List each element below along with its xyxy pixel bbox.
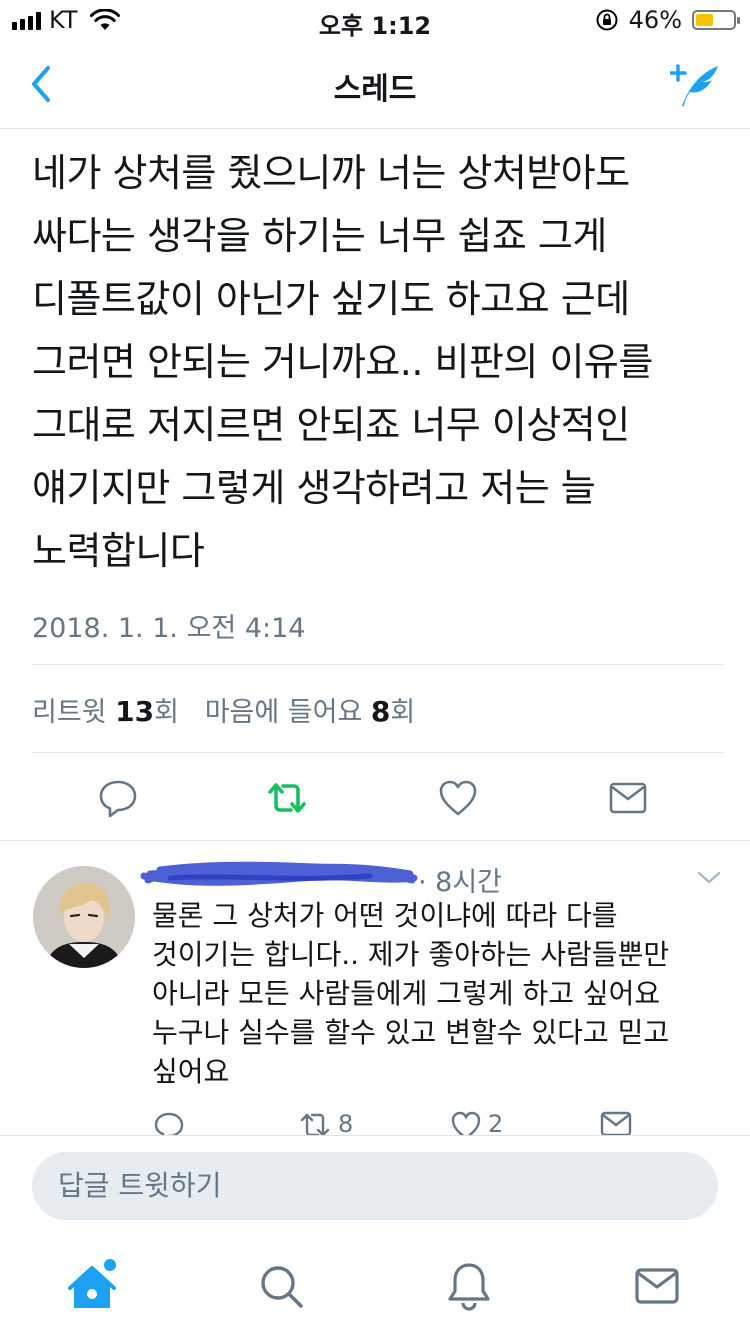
tab-messages[interactable] xyxy=(629,1258,685,1314)
battery-icon xyxy=(692,10,740,30)
status-bar: KT 오후 1:12 46% xyxy=(0,0,750,40)
tab-notifications[interactable] xyxy=(441,1258,497,1314)
like-unit: 회 xyxy=(390,697,416,728)
page-title: 스레드 xyxy=(333,72,417,107)
share-dm-button[interactable] xyxy=(603,770,653,826)
like-button[interactable] xyxy=(433,770,483,826)
home-icon xyxy=(68,1259,116,1308)
retweet-unit: 회 xyxy=(154,697,179,728)
reply-text: 물론 그 상처가 어떤 것이냐에 따라 다를 것이기는 합니다.. 제가 좋아하… xyxy=(152,896,722,1091)
tweet-line: 디폴트값이 아닌가 싶기도 하고요 근데 xyxy=(32,277,630,321)
tab-search[interactable] xyxy=(253,1258,309,1314)
messages-icon xyxy=(635,1268,679,1304)
reply-like-count: 2 xyxy=(488,1110,504,1136)
retweet-count: 13 xyxy=(115,695,155,728)
reply-button[interactable] xyxy=(93,770,143,826)
compose-button[interactable] xyxy=(669,60,722,110)
tweet-line: 네가 상처를 줬으니까 너는 상처받아도 xyxy=(32,151,630,195)
reply-retweet-button[interactable]: 8 xyxy=(298,1110,353,1136)
retweet-icon xyxy=(268,783,306,813)
tweet-line: 얘기지만 그렇게 생각하려고 저는 늘 xyxy=(32,466,596,510)
reply-bar-divider xyxy=(0,1135,750,1136)
avatar[interactable] xyxy=(33,866,135,968)
reply-line: 것이기는 합니다.. 제가 좋아하는 사람들뿐만 xyxy=(152,938,670,971)
battery-percent: 46% xyxy=(628,6,682,34)
divider xyxy=(32,664,724,665)
tweet-text: 네가 상처를 줬으니까 너는 상처받아도 싸다는 생각을 하기는 너무 쉽죠 그… xyxy=(32,142,722,583)
profile-photo xyxy=(33,866,135,968)
like-label: 마음에 들어요 xyxy=(204,697,363,728)
reply-time: · 8시간 xyxy=(418,867,503,898)
reply-actions: 8 2 xyxy=(0,1110,750,1136)
search-icon xyxy=(261,1266,303,1308)
envelope-icon xyxy=(609,782,647,814)
redacted-username xyxy=(140,861,418,886)
reply-dm-button[interactable] xyxy=(600,1110,632,1136)
notifications-icon xyxy=(448,1263,490,1311)
retweet-button[interactable] xyxy=(262,770,312,826)
like-stat[interactable]: 마음에 들어요 8회 xyxy=(204,695,416,728)
heart-icon xyxy=(439,780,477,816)
envelope-icon xyxy=(600,1111,632,1136)
orientation-lock-icon xyxy=(596,9,618,31)
more-options-button[interactable] xyxy=(696,868,722,888)
like-count: 8 xyxy=(370,695,391,728)
reply-icon xyxy=(99,780,137,818)
compose-tweet-icon xyxy=(669,64,718,106)
tweet-actions xyxy=(0,770,750,830)
retweet-icon xyxy=(300,1113,330,1136)
retweet-label: 리트윗 xyxy=(32,697,107,728)
reply-input[interactable]: 답글 트윗하기 xyxy=(32,1152,718,1220)
tweet-timestamp: 2018. 1. 1. 오전 4:14 xyxy=(32,613,306,644)
divider xyxy=(32,752,724,753)
reply-line: 싶어요 xyxy=(152,1055,230,1088)
tweet-stats: 리트윗 13회 마음에 들어요 8회 xyxy=(32,690,415,729)
tweet-line: 싸다는 생각을 하기는 너무 쉽죠 그게 xyxy=(32,214,607,258)
tweet-line: 그러면 안되는 거니까요.. 비판의 이유를 xyxy=(32,340,653,384)
reply-like-button[interactable]: 2 xyxy=(450,1110,503,1136)
nav-bar: 스레드 xyxy=(0,40,750,129)
reply-line: 물론 그 상처가 어떤 것이냐에 따라 다를 xyxy=(152,899,618,932)
divider xyxy=(0,840,750,841)
reply-reply-button[interactable] xyxy=(153,1110,185,1136)
reply-line: 누구나 실수를 할수 있고 변할수 있다고 믿고 xyxy=(152,1016,670,1049)
tweet-line: 노력합니다 xyxy=(32,529,205,573)
reply-line: 아니라 모든 사람들에게 그렇게 하고 싶어요 xyxy=(152,977,661,1010)
retweet-stat[interactable]: 리트윗 13회 xyxy=(32,695,179,728)
reply-icon xyxy=(154,1112,184,1136)
tweet-line: 그대로 저지르면 안되죠 너무 이상적인 xyxy=(32,403,630,447)
chevron-down-icon xyxy=(697,871,721,884)
tab-home[interactable] xyxy=(66,1258,122,1314)
reply-retweet-count: 8 xyxy=(338,1110,354,1136)
heart-icon xyxy=(451,1111,481,1136)
